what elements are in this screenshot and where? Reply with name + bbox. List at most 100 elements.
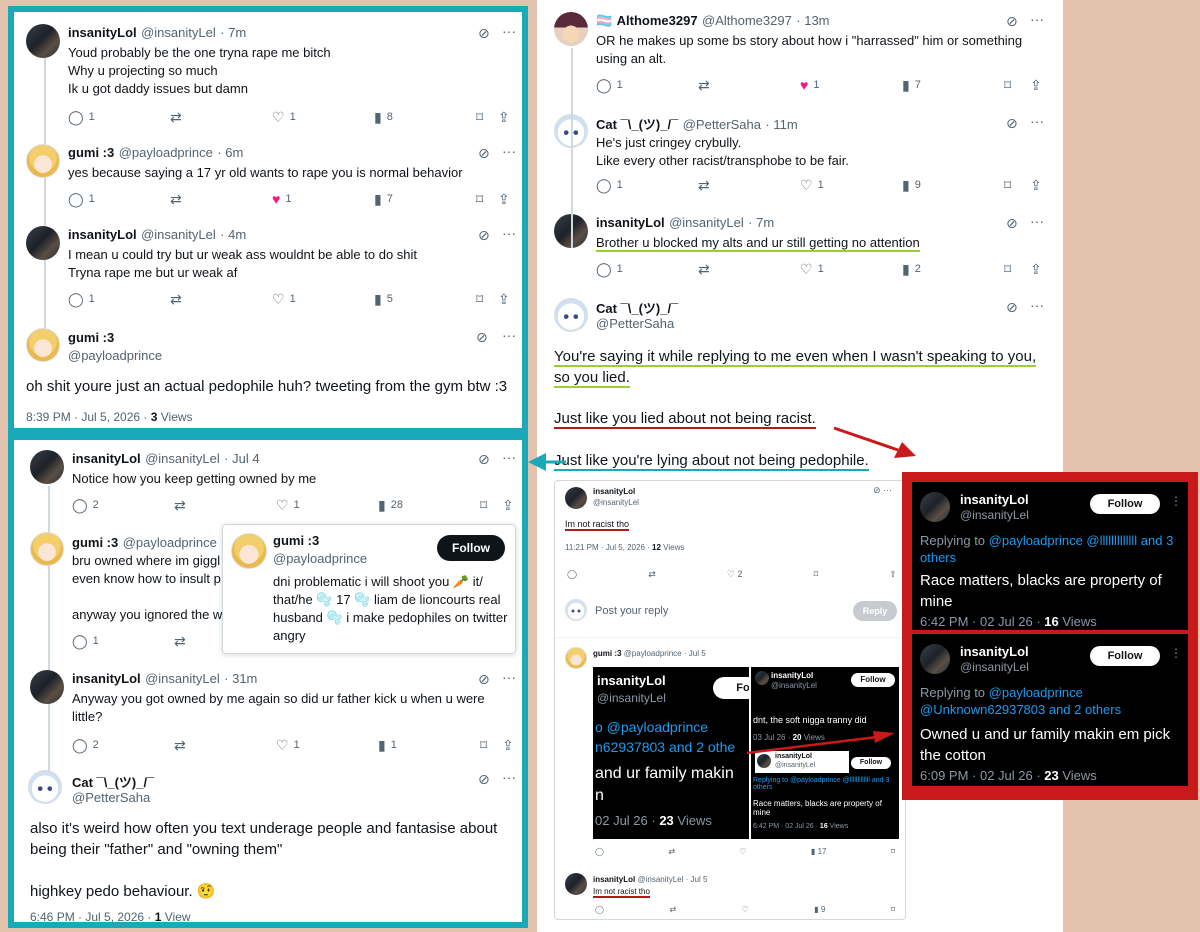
reply-button[interactable]: ◯ 1	[68, 192, 170, 206]
share-button[interactable]: ⇪	[1030, 78, 1042, 92]
display-name[interactable]: insanityLol	[72, 451, 141, 466]
reply-button[interactable]: ◯ 1	[596, 78, 698, 92]
display-name[interactable]: gumi :3	[72, 535, 118, 550]
tweet[interactable]: Cat ¯\_(ツ)_/¯ @PetterSaha · 11m ⊘ ··· He…	[546, 108, 1056, 204]
more-icon[interactable]: ···	[502, 670, 516, 684]
reply-button[interactable]: ◯ 1	[68, 292, 170, 306]
grok-icon[interactable]: ⊘	[1006, 116, 1018, 130]
share-button[interactable]: ⇪	[502, 498, 514, 512]
user-handle[interactable]: @payloadprince	[273, 551, 367, 566]
tweet[interactable]: insanityLol @insanityLel · 7m ⊘ ··· Brot…	[546, 208, 1056, 288]
avatar[interactable]	[565, 873, 587, 895]
user-handle[interactable]: @PetterSaha	[683, 117, 761, 132]
views-button[interactable]: ▮ 8	[374, 110, 476, 124]
tweet[interactable]: insanityLol @insanityLel · 31m ⊘ ··· Any…	[20, 664, 520, 760]
like-button[interactable]: ♡ 1	[800, 262, 902, 276]
avatar[interactable]	[30, 450, 64, 484]
share-button[interactable]: ⇪	[498, 110, 510, 124]
like-button[interactable]: ♡ 1	[272, 110, 374, 124]
user-handle[interactable]: @insanityLel	[669, 215, 744, 230]
avatar[interactable]	[28, 770, 62, 804]
tweet[interactable]: insanityLol @insanityLel · Jul 4 ⊘ ··· N…	[20, 444, 520, 518]
repost-button[interactable]: ⇄	[174, 634, 186, 648]
like-button[interactable]: ♥ 1	[800, 78, 902, 92]
more-icon[interactable]: ···	[1030, 214, 1044, 228]
bookmark-button[interactable]: ⌑	[480, 498, 502, 512]
avatar[interactable]	[554, 12, 588, 46]
timestamp[interactable]: · 4m	[220, 227, 246, 242]
timestamp[interactable]: · Jul 4	[224, 451, 259, 466]
more-icon[interactable]: ···	[502, 450, 516, 464]
views-button[interactable]: ▮ 1	[378, 738, 480, 752]
reply-button[interactable]: ◯ 1	[72, 634, 174, 648]
share-icon[interactable]: ⇪	[889, 569, 897, 580]
share-button[interactable]: ⇪	[1030, 178, 1042, 192]
like-button[interactable]: ♡ 2	[727, 569, 743, 580]
views-button[interactable]: ▮ 9	[902, 178, 1004, 192]
display-name[interactable]: insanityLol	[596, 215, 665, 230]
bookmark-button[interactable]: ⌑	[1004, 262, 1030, 276]
user-handle[interactable]: @insanityLel	[593, 498, 639, 507]
post-timestamp[interactable]: 6:46 PM · Jul 5, 2026 ·	[30, 910, 155, 924]
grok-icon[interactable]: ⊘	[478, 146, 490, 160]
post-timestamp[interactable]: 8:39 PM · Jul 5, 2026 ·	[26, 410, 151, 424]
like-icon[interactable]: ♡	[742, 905, 749, 914]
timestamp[interactable]: · 11m	[765, 117, 797, 132]
timestamp[interactable]: · Jul 5	[686, 875, 708, 884]
repost-button[interactable]: ⇄	[698, 262, 800, 276]
tweet[interactable]: 🏳️‍⚧️ Althome3297 @Althome3297 · 13m ⊘ ·…	[546, 6, 1056, 102]
reply-input[interactable]: Post your reply	[595, 605, 668, 617]
bookmark-button[interactable]: ⌑	[480, 738, 502, 752]
reply-icon[interactable]: ◯	[595, 905, 604, 914]
share-button[interactable]: ⇪	[502, 738, 514, 752]
like-button[interactable]: ♥ 1	[272, 192, 374, 206]
more-icon[interactable]: ···	[502, 770, 516, 784]
avatar[interactable]	[565, 487, 587, 509]
more-icon[interactable]: ···	[1030, 114, 1044, 128]
timestamp[interactable]: · 6m	[217, 145, 243, 160]
display-name[interactable]: insanityLol	[593, 487, 635, 496]
repost-icon[interactable]: ⇄	[668, 847, 675, 856]
views-button[interactable]: ▮ 7	[902, 78, 1004, 92]
repost-icon[interactable]: ⇄	[669, 905, 676, 914]
repost-button[interactable]: ⇄	[174, 738, 276, 752]
more-icon[interactable]: ···	[502, 328, 516, 342]
grok-icon[interactable]: ⊘	[1006, 14, 1018, 28]
bookmark-button[interactable]: ⌑	[1004, 178, 1030, 192]
tweet[interactable]: insanityLol @insanityLel · 7m ⊘ ··· Youd…	[20, 18, 520, 128]
share-button[interactable]: ⇪	[498, 192, 510, 206]
profile-hover-card[interactable]: gumi :3 @payloadprince Follow dni proble…	[222, 524, 516, 654]
avatar[interactable]	[30, 532, 64, 566]
grok-icon[interactable]: ⊘	[478, 452, 490, 466]
user-handle[interactable]: @insanityLel	[141, 25, 216, 40]
user-handle[interactable]: @payloadprince	[119, 145, 213, 160]
repost-button[interactable]: ⇄	[170, 192, 272, 206]
attached-image-left[interactable]: insanityLol @insanityLel Fo o @payloadpr…	[593, 667, 749, 839]
avatar[interactable]	[565, 647, 587, 669]
share-button[interactable]: ⇪	[1030, 262, 1042, 276]
like-button[interactable]: ♡ 1	[272, 292, 374, 306]
display-name[interactable]: Althome3297	[617, 13, 698, 28]
timestamp[interactable]: · 7m	[220, 25, 246, 40]
more-icon[interactable]: ···	[1030, 298, 1044, 312]
reply-button[interactable]: ◯ 2	[72, 738, 174, 752]
grok-icon[interactable]: ⊘	[476, 330, 488, 344]
grok-icon[interactable]: ⊘	[478, 228, 490, 242]
avatar[interactable]	[26, 226, 60, 260]
share-button[interactable]: ⇪	[498, 292, 510, 306]
bookmark-button[interactable]: ⌑	[476, 292, 498, 306]
bookmark-button[interactable]: ⌑	[476, 110, 498, 124]
display-name[interactable]: insanityLol	[68, 227, 137, 242]
views-button[interactable]: ▮ 2	[902, 262, 1004, 276]
repost-button[interactable]: ⇄	[170, 110, 272, 124]
user-handle[interactable]: @payloadprince	[624, 649, 682, 658]
reply-button[interactable]: ◯ 1	[596, 178, 698, 192]
views-button[interactable]: ▮ 28	[378, 498, 480, 512]
more-icon[interactable]: ⊘ ···	[873, 485, 892, 496]
reply-icon[interactable]: ◯	[567, 569, 577, 580]
bookmark-icon[interactable]: ⌑	[891, 847, 895, 856]
more-icon[interactable]: ···	[1030, 12, 1044, 26]
like-button[interactable]: ♡ 1	[276, 498, 378, 512]
timestamp[interactable]: · Jul 5	[684, 649, 706, 658]
grok-icon[interactable]: ⊘	[478, 772, 490, 786]
